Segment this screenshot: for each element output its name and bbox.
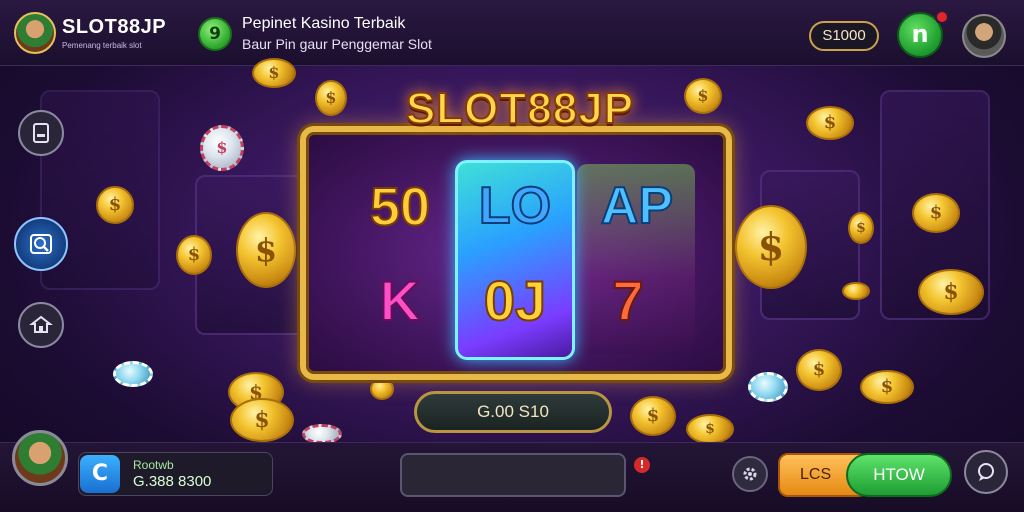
bet-display[interactable]: G.00 S10: [414, 391, 612, 433]
search-icon: [30, 234, 52, 254]
game-screen: SLOT88JP Pemenang terbaik slot 9 Pepinet…: [0, 0, 1024, 512]
side-button-home[interactable]: [18, 302, 64, 348]
brand-logo[interactable]: [14, 12, 56, 54]
wallet-value: G.388 8300: [133, 473, 212, 490]
reel-symbol: 0J: [483, 268, 547, 333]
coin-icon: $: [860, 370, 914, 404]
htow-button[interactable]: HTOW: [846, 453, 952, 497]
coin-icon: $: [684, 78, 722, 114]
chip-icon: [113, 361, 153, 387]
coin-icon: $: [686, 414, 734, 444]
coin-icon: $: [806, 106, 854, 140]
top-bar: SLOT88JP Pemenang terbaik slot 9 Pepinet…: [0, 0, 1024, 66]
coin-icon: [370, 378, 394, 400]
coin-icon: $: [176, 235, 212, 275]
balance-display[interactable]: S1000: [809, 21, 879, 51]
brand-subtitle: Pemenang terbaik slot: [62, 41, 142, 50]
reel-symbol: LO: [478, 176, 552, 236]
chip-icon: [748, 372, 788, 402]
settings-button[interactable]: [732, 456, 768, 492]
coin-icon: $: [796, 349, 842, 391]
menu-button[interactable]: [964, 450, 1008, 494]
coin-icon: $: [252, 58, 296, 88]
promo-icon[interactable]: 9: [198, 17, 232, 51]
house-icon: [29, 315, 53, 333]
coin-icon: $: [236, 212, 296, 288]
chat-input[interactable]: [400, 453, 626, 497]
coin-icon: $: [912, 193, 960, 233]
reel-symbol: AP: [600, 176, 674, 236]
coin-icon: $: [630, 396, 676, 436]
chip-icon: [302, 424, 342, 444]
player-avatar[interactable]: [12, 430, 68, 486]
coin-icon: $: [96, 186, 134, 224]
side-button-cards[interactable]: [18, 110, 64, 156]
game-title: SLOT88JP: [405, 83, 635, 134]
coin-icon: $: [735, 205, 807, 289]
coin-icon: $: [230, 398, 294, 442]
coin-icon: $: [315, 80, 347, 116]
card-icon: [33, 123, 49, 143]
wallet-icon: C: [80, 455, 120, 493]
promo-title: Pepinet Kasino Terbaik: [242, 15, 406, 32]
notification-dot: [935, 10, 949, 24]
brand-title: SLOT88JP: [62, 16, 167, 38]
side-button-search[interactable]: [14, 217, 68, 271]
profile-avatar[interactable]: [962, 14, 1006, 58]
gear-icon: [743, 467, 757, 481]
alert-icon[interactable]: !: [634, 457, 650, 473]
reel-symbol: 50: [369, 176, 431, 238]
chat-icon: [978, 463, 994, 481]
reel-symbol: K: [379, 268, 421, 333]
promo-subtitle: Baur Pin gaur Penggemar Slot: [242, 36, 432, 52]
reel-symbol: 7: [611, 268, 644, 333]
coin-icon: $: [848, 212, 874, 244]
coin-icon: [842, 282, 870, 300]
wallet-label: Rootwb: [133, 458, 174, 472]
chip-icon: $: [200, 125, 244, 171]
coin-icon: $: [918, 269, 984, 315]
